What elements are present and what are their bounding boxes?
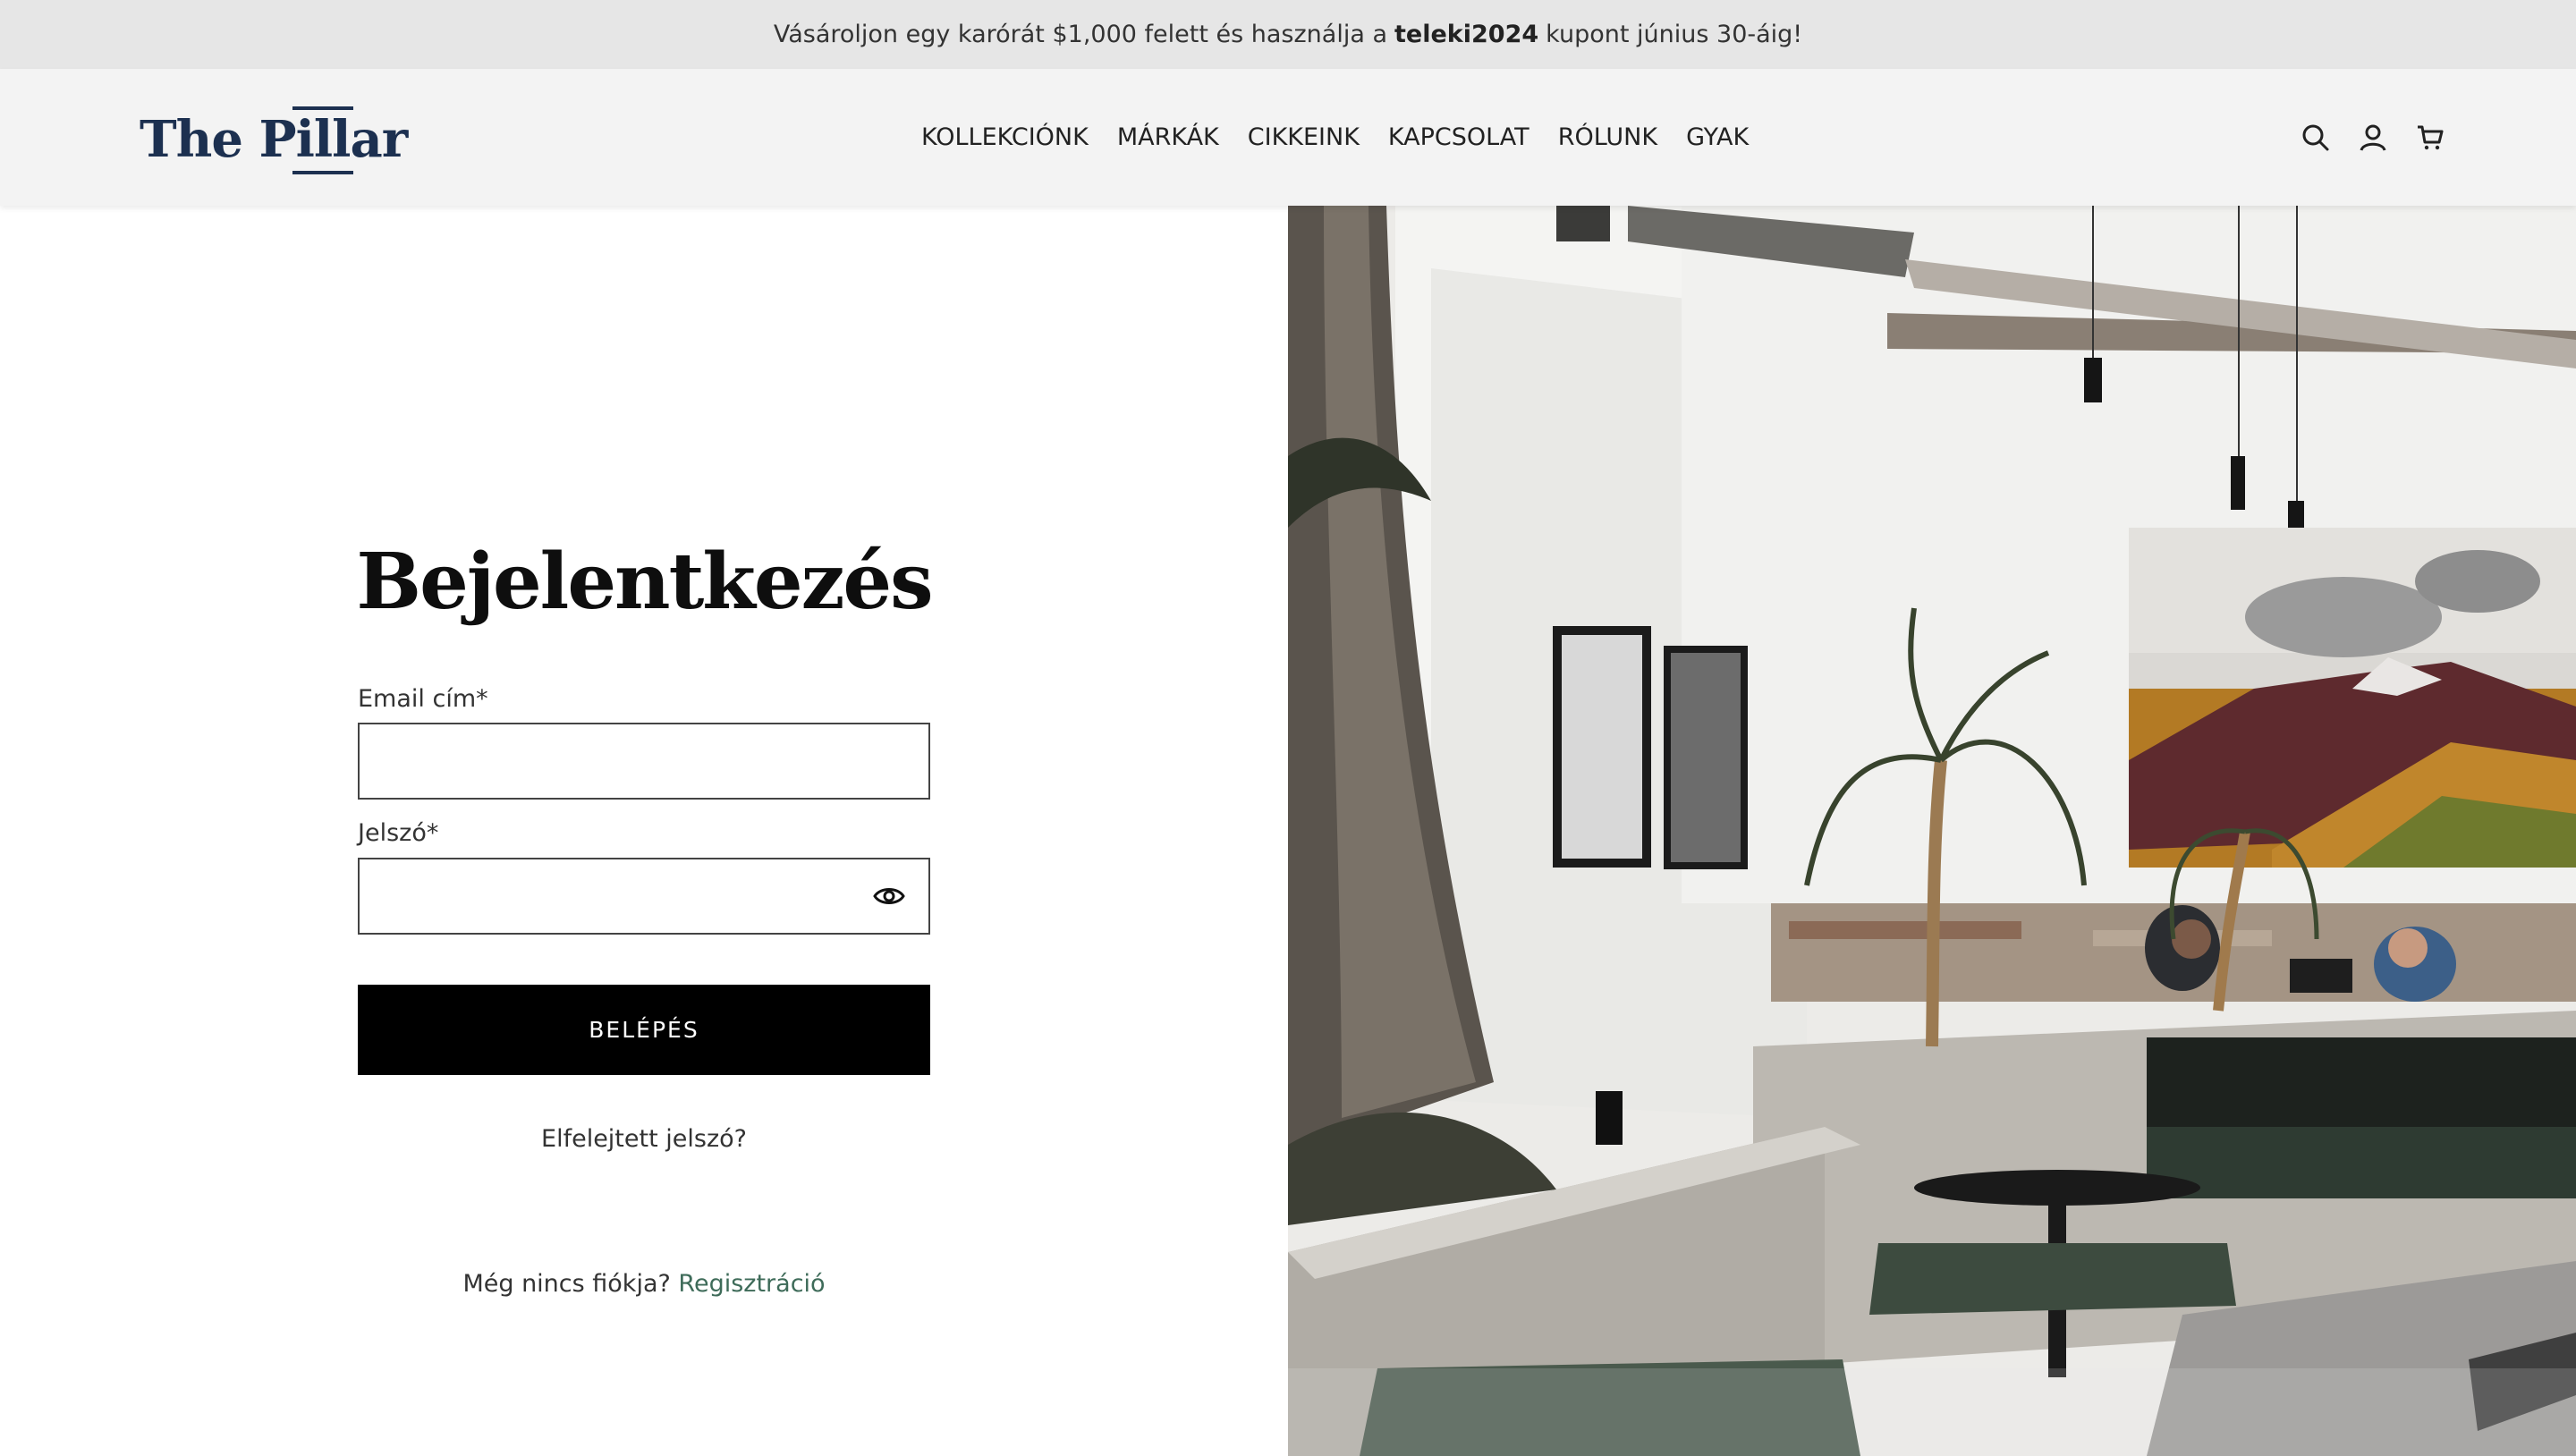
page-title: Bejelentkezés [356,537,933,627]
show-password-icon[interactable] [871,878,907,914]
announcement-text-after: kupont június 30-áig! [1546,21,1803,48]
main-nav: KOLLEKCIÓNK MÁRKÁK CIKKEINK KAPCSOLAT RÓ… [921,69,1749,206]
announcement-bar: Vásároljon egy karórát $1,000 felett és … [0,0,2576,69]
email-label: Email cím* [358,685,488,713]
password-field[interactable] [358,858,930,935]
account-icon[interactable] [2356,121,2390,155]
search-icon[interactable] [2299,121,2333,155]
site-header: The Pill ar KOLLEKCIÓNK MÁRKÁK CIKKEINK K… [0,69,2576,206]
logo-pillar-letters: ill [292,106,354,174]
login-button[interactable]: BELÉPÉS [358,985,930,1075]
nav-item-rolunk[interactable]: RÓLUNK [1558,123,1657,151]
forgot-password-link[interactable]: Elfelejtett jelszó? [0,1125,1288,1153]
header-icons [2299,69,2447,206]
hero-photo [1288,206,2576,1456]
nav-item-gyak[interactable]: GYAK [1686,123,1749,151]
coupon-code: teleki2024 [1394,21,1539,48]
interior-illustration [1288,206,2576,1456]
password-label: Jelszó* [358,819,439,847]
cart-icon[interactable] [2413,121,2447,155]
nav-item-markak[interactable]: MÁRKÁK [1117,123,1219,151]
login-panel: Bejelentkezés Email cím* Jelszó* BELÉPÉS… [0,206,1288,1456]
no-account-text: Még nincs fiókja? [462,1270,671,1298]
nav-item-cikkeink[interactable]: CIKKEINK [1248,123,1360,151]
logo[interactable]: The Pill ar [140,106,408,174]
nav-item-kollekciok[interactable]: KOLLEKCIÓNK [921,123,1089,151]
register-row: Még nincs fiókja? Regisztráció [0,1270,1288,1298]
logo-text-prefix: The P [140,110,297,169]
announcement-text-before: Vásároljon egy karórát $1,000 felett és … [773,21,1388,48]
nav-item-kapcsolat[interactable]: KAPCSOLAT [1388,123,1530,151]
email-field[interactable] [358,723,930,800]
logo-text-suffix: ar [350,110,408,169]
register-link[interactable]: Regisztráció [678,1270,825,1298]
